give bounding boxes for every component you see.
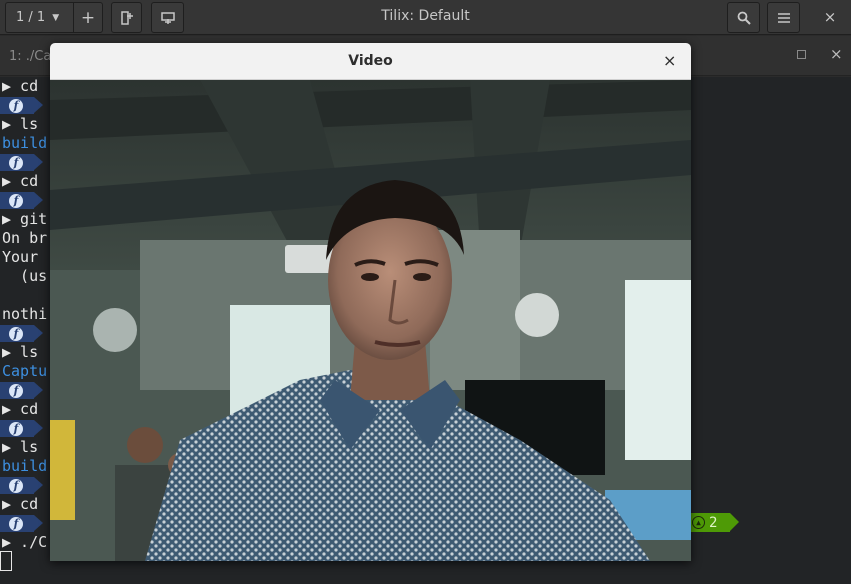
close-terminal-button[interactable]: × — [830, 45, 843, 63]
close-window-button[interactable]: × — [815, 8, 845, 28]
terminal-line: Your — [2, 248, 39, 266]
terminal-line: (us — [2, 267, 48, 285]
fedora-icon: f — [9, 98, 23, 113]
git-ahead-icon: ▲ — [692, 516, 705, 529]
git-count: 2 — [709, 514, 718, 531]
terminal-line: build — [2, 457, 48, 475]
terminal-cursor — [0, 551, 12, 571]
fedora-icon: f — [9, 326, 23, 341]
terminal-line: ▶ cd — [2, 400, 39, 418]
terminal-line: build — [2, 134, 48, 152]
git-status-segment: ▲ 2 — [690, 513, 739, 532]
maximize-terminal-button[interactable] — [797, 50, 806, 59]
terminal-line: ▶ ./C — [2, 533, 48, 551]
video-frame — [50, 80, 691, 561]
fedora-icon: f — [9, 421, 23, 436]
video-window[interactable]: Video × — [50, 43, 691, 561]
prompt-segment: f — [0, 476, 43, 495]
fedora-icon: f — [9, 155, 23, 170]
video-titlebar[interactable]: Video × — [50, 43, 691, 80]
prompt-segment: f — [0, 419, 43, 438]
fedora-icon: f — [9, 516, 23, 531]
terminal-line: ▶ ls — [2, 343, 39, 361]
prompt-segment: f — [0, 324, 43, 343]
video-title: Video — [348, 53, 393, 69]
terminal-line: ▶ cd — [2, 172, 39, 190]
fedora-icon: f — [9, 383, 23, 398]
prompt-segment: f — [0, 191, 43, 210]
terminal-title: 1: ./Ca — [9, 49, 52, 64]
header-bar: 1 / 1 ▼ + Tilix: Default × — [0, 0, 851, 35]
search-icon — [737, 11, 751, 25]
terminal-line: ▶ ls — [2, 115, 39, 133]
terminal-line: ▶ ls — [2, 438, 39, 456]
prompt-segment: f — [0, 153, 43, 172]
prompt-segment: f — [0, 514, 43, 533]
terminal-line: Captu — [2, 362, 48, 380]
terminal-line: ▶ git — [2, 210, 48, 228]
search-button[interactable] — [727, 2, 760, 33]
fedora-icon: f — [9, 193, 23, 208]
terminal-line: On br — [2, 229, 48, 247]
terminal-line: ▶ cd — [2, 495, 39, 513]
terminal-line: nothi — [2, 305, 48, 323]
window-title: Tilix: Default — [381, 8, 470, 24]
menu-button[interactable] — [767, 2, 800, 33]
prompt-segment: f — [0, 96, 43, 115]
close-icon: × — [823, 8, 837, 26]
fedora-icon: f — [9, 478, 23, 493]
close-video-button[interactable]: × — [663, 51, 676, 70]
prompt-segment: f — [0, 381, 43, 400]
terminal-line: ▶ cd — [2, 77, 39, 95]
webcam-image — [50, 80, 691, 561]
hamburger-icon — [777, 12, 790, 23]
